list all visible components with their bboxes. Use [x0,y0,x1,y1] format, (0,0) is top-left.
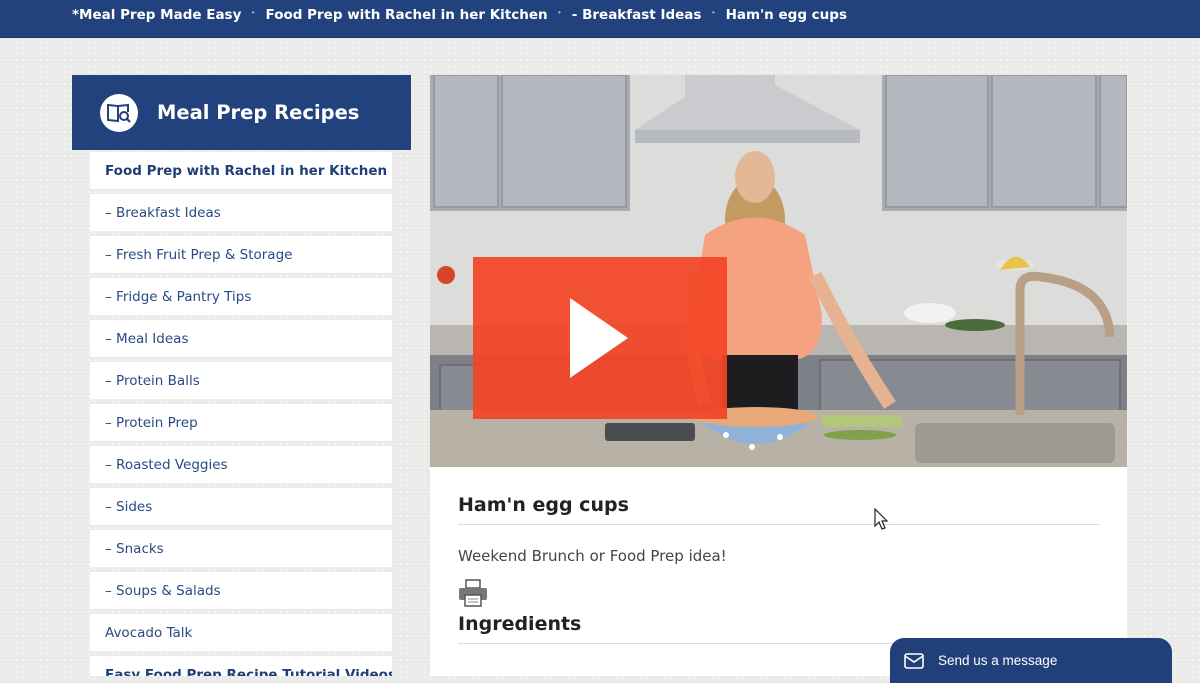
sidebar-title: Meal Prep Recipes [157,101,360,124]
recipe-book-icon [100,93,138,132]
breadcrumb-item-current: Ham'n egg cups [725,7,847,23]
breadcrumb: *Meal Prep Made Easy ‣ Food Prep with Ra… [72,7,847,23]
printer-icon[interactable] [458,579,488,607]
sidebar-header: Meal Prep Recipes [72,75,411,150]
video-player[interactable] [430,75,1127,467]
sidebar-item-avocado-talk[interactable]: Avocado Talk [90,614,392,651]
sidebar-item-tutorial-videos[interactable]: Easy Food Prep Recipe Tutorial Videos [90,656,392,676]
sidebar-item-fridge-pantry[interactable]: – Fridge & Pantry Tips [90,278,392,315]
post-subtitle: Weekend Brunch or Food Prep idea! [458,547,727,565]
chat-label: Send us a message [938,653,1058,668]
breadcrumb-separator: ‣ [251,9,256,17]
sidebar-item-soups-salads[interactable]: – Soups & Salads [90,572,392,609]
sidebar: Meal Prep Recipes Food Prep with Rachel … [72,75,411,676]
sidebar-item-breakfast-ideas[interactable]: – Breakfast Ideas [90,194,392,231]
breadcrumb-item-meal-prep[interactable]: *Meal Prep Made Easy [72,7,241,23]
breadcrumb-separator: ‣ [557,9,562,17]
play-button[interactable] [473,257,727,419]
breadcrumb-item-food-prep[interactable]: Food Prep with Rachel in her Kitchen [266,7,548,23]
breadcrumb-item-breakfast[interactable]: - Breakfast Ideas [572,7,702,23]
top-breadcrumb-bar: *Meal Prep Made Easy ‣ Food Prep with Ra… [0,0,1200,38]
chat-widget[interactable]: Send us a message [890,638,1172,683]
mouse-cursor-icon [874,508,889,530]
sidebar-menu: Food Prep with Rachel in her Kitchen – B… [72,150,411,676]
play-icon [570,298,628,378]
main-content: Ham'n egg cups Weekend Brunch or Food Pr… [430,75,1127,676]
sidebar-item-roasted-veggies[interactable]: – Roasted Veggies [90,446,392,483]
post-title: Ham'n egg cups [458,494,1099,525]
sidebar-item-meal-ideas[interactable]: – Meal Ideas [90,320,392,357]
envelope-icon [904,652,924,669]
sidebar-item-protein-balls[interactable]: – Protein Balls [90,362,392,399]
sidebar-item-food-prep-rachel[interactable]: Food Prep with Rachel in her Kitchen [90,152,392,189]
sidebar-item-sides[interactable]: – Sides [90,488,392,525]
sidebar-item-protein-prep[interactable]: – Protein Prep [90,404,392,441]
sidebar-item-snacks[interactable]: – Snacks [90,530,392,567]
post-content: Ham'n egg cups Weekend Brunch or Food Pr… [458,467,1099,644]
breadcrumb-separator: ‣ [711,9,716,17]
sidebar-item-fresh-fruit[interactable]: – Fresh Fruit Prep & Storage [90,236,392,273]
